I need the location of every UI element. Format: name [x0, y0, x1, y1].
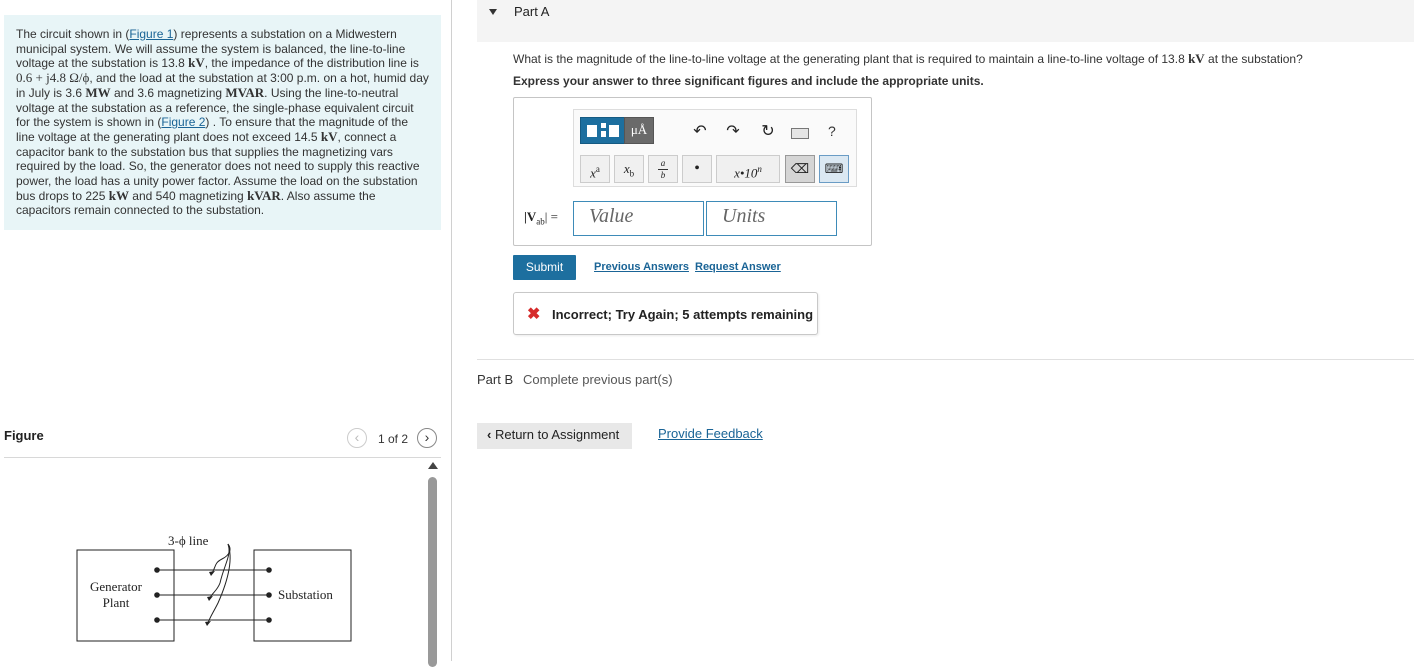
figure-header: Figure ‹ 1 of 2 ›	[4, 426, 441, 458]
figure-title: Figure	[4, 428, 44, 443]
problem-text: and 3.6 magnetizing	[110, 85, 226, 100]
incorrect-x-icon: ✖	[527, 306, 541, 323]
redo-icon[interactable]: ↷	[723, 122, 743, 142]
line-label: 3-ϕ line	[168, 533, 209, 548]
templates-button[interactable]	[580, 117, 625, 144]
request-answer-link[interactable]: Request Answer	[695, 261, 781, 273]
return-to-assignment-button[interactable]: ‹ Return to Assignment	[477, 423, 632, 449]
part-a-label: Part A	[514, 4, 550, 19]
terminal-dot	[266, 592, 272, 598]
terminal-dot	[154, 567, 160, 573]
superscript-button[interactable]: xa	[580, 155, 610, 183]
help-icon[interactable]: ?	[828, 123, 842, 141]
substation-label: Substation	[278, 587, 333, 602]
arrowhead	[207, 596, 213, 601]
pane-divider	[451, 0, 452, 661]
part-b-status: Complete previous part(s)	[523, 372, 673, 387]
problem-text: and 540 magnetizing	[128, 188, 248, 203]
answer-label: |Vab| =	[524, 209, 558, 227]
keyboard-icon[interactable]	[791, 128, 809, 139]
submit-button[interactable]: Submit	[513, 255, 576, 280]
terminal-dot	[154, 592, 160, 598]
part-divider	[477, 359, 1414, 360]
figure-2-link[interactable]: Figure 2	[161, 115, 205, 129]
terminal-dot	[154, 617, 160, 623]
figure-1-link[interactable]: Figure 1	[129, 27, 173, 41]
part-b-label[interactable]: Part B	[477, 372, 513, 387]
scientific-notation-button[interactable]: x•10n	[716, 155, 780, 183]
arrowhead	[205, 621, 211, 626]
unit-kv: kV	[188, 55, 205, 71]
units-button[interactable]: μÅ	[624, 117, 654, 144]
feedback-text: Incorrect; Try Again; 5 attempts remaini…	[552, 307, 814, 322]
unit-kv: kV	[1188, 51, 1205, 66]
unit-mw: MW	[85, 84, 111, 100]
chevron-right-icon[interactable]: ›	[417, 428, 437, 448]
caret-down-icon[interactable]	[489, 9, 497, 15]
previous-answers-link[interactable]: Previous Answers	[594, 261, 689, 273]
terminal-dot	[266, 617, 272, 623]
scroll-up-arrow-icon[interactable]	[428, 462, 438, 469]
unit-kv: kV	[320, 128, 338, 144]
unit-kw: kW	[108, 187, 129, 203]
question-text: What is the magnitude of the line-to-lin…	[513, 51, 1303, 66]
figure-counter: 1 of 2	[378, 432, 409, 446]
math-toolbar: μÅ ↶ ↷ ↻ ? xa xb ab • x•10n ⌫ ⌨	[573, 109, 857, 187]
delete-icon[interactable]: ⌫	[785, 155, 815, 183]
unit-kvar: kVAR	[247, 187, 281, 203]
problem-text: The circuit shown in (	[16, 27, 130, 41]
arrowhead	[209, 571, 215, 576]
generator-label: Plant	[103, 595, 130, 610]
provide-feedback-link[interactable]: Provide Feedback	[658, 426, 763, 441]
chevron-left-icon: ‹	[487, 427, 492, 442]
undo-icon[interactable]: ↶	[690, 122, 710, 142]
fraction-button[interactable]: ab	[648, 155, 678, 183]
terminal-dot	[266, 567, 272, 573]
chevron-left-icon[interactable]: ‹	[347, 428, 367, 448]
figure-scrollbar[interactable]	[428, 477, 437, 667]
part-a-header[interactable]: Part A	[477, 0, 1414, 42]
problem-text: , the impedance of the distribution line…	[204, 56, 419, 71]
generator-label: Generator	[90, 579, 143, 594]
value-input[interactable]: Value	[573, 201, 704, 236]
unit-mvar: MVAR	[225, 84, 265, 100]
problem-statement: The circuit shown in (Figure 1) represen…	[4, 15, 441, 230]
impedance-value: 0.6 + j4.8 Ω/ϕ	[16, 70, 90, 86]
units-input[interactable]: Units	[706, 201, 837, 236]
instruction-text: Express your answer to three significant…	[513, 74, 984, 88]
circuit-diagram: 3-ϕ line Generator Plant Substation	[76, 533, 352, 642]
feedback-box: ✖ Incorrect; Try Again; 5 attempts remai…	[513, 292, 818, 335]
dot-button[interactable]: •	[682, 155, 712, 183]
subscript-button[interactable]: xb	[614, 155, 644, 183]
reset-icon[interactable]: ↻	[758, 122, 778, 142]
answer-box: μÅ ↶ ↷ ↻ ? xa xb ab • x•10n ⌫ ⌨ |Vab| = …	[513, 97, 872, 246]
keyboard-toggle-icon[interactable]: ⌨	[819, 155, 849, 183]
